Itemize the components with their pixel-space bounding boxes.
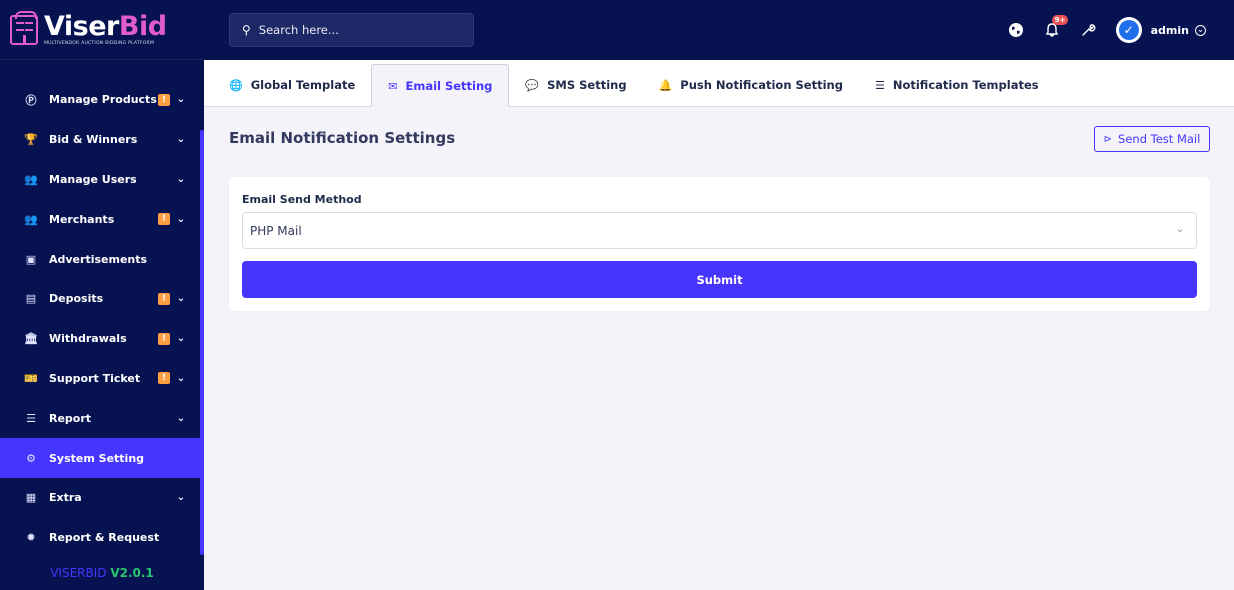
product-icon: Ⓟ bbox=[25, 93, 37, 107]
bell-icon: 🔔 bbox=[658, 78, 673, 92]
submit-button[interactable]: Submit bbox=[242, 261, 1197, 298]
search-box[interactable]: ⚲ bbox=[229, 13, 474, 47]
sidebar-item-label: Advertisements bbox=[49, 252, 148, 266]
email-send-method-value: PHP Mail bbox=[250, 223, 302, 238]
bug-icon: ✹ bbox=[26, 531, 36, 545]
tab-label: Push Notification Setting bbox=[680, 78, 843, 92]
sidebar-item-report-request[interactable]: ✹ Report & Request bbox=[0, 518, 204, 558]
users-icon: 👥 bbox=[24, 172, 38, 186]
tab-label: SMS Setting bbox=[547, 78, 627, 92]
bell-icon[interactable]: 9+ bbox=[1044, 15, 1069, 38]
deposit-icon: ▤ bbox=[25, 292, 37, 306]
sidebar-item-label: Extra bbox=[49, 491, 82, 505]
sidebar-item-withdrawals[interactable]: 🏛 Withdrawals! ⌄ bbox=[0, 319, 204, 359]
notification-badge: 9+ bbox=[1051, 15, 1069, 25]
sidebar-item-manage-products[interactable]: Ⓟ Manage Products! ⌄ bbox=[0, 80, 204, 120]
ad-icon: ▣ bbox=[25, 252, 37, 266]
send-test-mail-label: Send Test Mail bbox=[1118, 132, 1201, 146]
sidebar-item-label: Report & Request bbox=[49, 531, 160, 545]
ticket-icon: 🎫 bbox=[24, 371, 38, 385]
warning-badge: ! bbox=[158, 93, 170, 106]
chevron-down-icon: ⌄ bbox=[176, 213, 186, 225]
admin-username[interactable]: admin bbox=[1151, 24, 1189, 37]
tab-label: Notification Templates bbox=[892, 78, 1039, 92]
sidebar-scrollbar[interactable] bbox=[200, 130, 204, 555]
search-input[interactable] bbox=[258, 23, 459, 37]
settings-tabs: 🌐 Global Template ✉ Email Setting 💬 SMS Setti… bbox=[204, 60, 1234, 107]
sidebar-item-label: Manage Products bbox=[49, 93, 157, 107]
chevron-down-icon: ⌄ bbox=[1175, 224, 1184, 235]
sidebar-item-deposits[interactable]: ▤ Deposits! ⌄ bbox=[0, 279, 204, 319]
chat-icon: 💬 bbox=[525, 78, 540, 92]
version-number: V2.0.1 bbox=[110, 566, 154, 580]
chevron-down-icon: ⌄ bbox=[176, 412, 186, 424]
warning-badge: ! bbox=[158, 292, 170, 305]
tab-label: Global Template bbox=[250, 78, 356, 92]
list-icon: ☰ bbox=[874, 78, 885, 92]
email-settings-card: Email Send Method PHP Mail ⌄ Submit bbox=[229, 177, 1210, 311]
warning-badge: ! bbox=[158, 332, 170, 345]
sidebar-item-label: Manage Users bbox=[49, 172, 137, 186]
topbar: ⚲ 9+ ✓ admin ⌄ bbox=[204, 0, 1234, 60]
chevron-down-icon: ⌄ bbox=[176, 333, 186, 345]
brand-name: ViserBid bbox=[44, 11, 167, 42]
version-name: VISERBID bbox=[50, 566, 107, 580]
sidebar-item-report[interactable]: ☰ Report ⌄ bbox=[0, 398, 204, 438]
sidebar-item-manage-users[interactable]: 👥 Manage Users ⌄ bbox=[0, 160, 204, 200]
sidebar-item-merchants[interactable]: 👥 Merchants! ⌄ bbox=[0, 199, 204, 239]
chevron-down-icon: ⌄ bbox=[176, 372, 186, 384]
sidebar-item-extra[interactable]: ▦ Extra ⌄ bbox=[0, 478, 204, 518]
gear-icon: ⚙ bbox=[26, 451, 36, 465]
sidebar-item-support-ticket[interactable]: 🎫 Support Ticket! ⌄ bbox=[0, 359, 204, 399]
merchants-icon: 👥 bbox=[24, 212, 38, 226]
topbar-actions: 9+ ✓ admin ⌄ bbox=[988, 12, 1206, 48]
wrench-icon[interactable] bbox=[1080, 22, 1096, 38]
list-icon: ☰ bbox=[26, 411, 36, 425]
sidebar-item-label: Support Ticket bbox=[49, 371, 141, 385]
chevron-down-icon: ⌄ bbox=[176, 94, 186, 106]
sidebar-item-system-setting[interactable]: ⚙ System Setting bbox=[0, 438, 204, 478]
tab-label: Email Setting bbox=[405, 79, 493, 93]
tab-push-notification-setting[interactable]: 🔔 Push Notification Setting bbox=[643, 64, 859, 106]
store-icon bbox=[10, 10, 38, 45]
envelope-icon: ✉ bbox=[388, 79, 398, 93]
brand-tagline: MULTIVENDOR AUCTION BIDDING PLATFORM bbox=[44, 41, 155, 46]
sidebar-item-label: Deposits bbox=[49, 292, 104, 306]
tab-global-template[interactable]: 🌐 Global Template bbox=[213, 64, 371, 106]
sidebar-item-label: System Setting bbox=[49, 451, 145, 465]
sidebar-item-label: Withdrawals bbox=[49, 332, 127, 346]
sidebar-item-advertisements[interactable]: ▣ Advertisements bbox=[0, 239, 204, 279]
chevron-down-icon: ⌄ bbox=[176, 134, 186, 146]
sidebar-item-label: Bid & Winners bbox=[49, 133, 138, 147]
search-icon: ⚲ bbox=[242, 23, 251, 37]
sidebar-menu: Ⓟ Manage Products! ⌄ 🏆 Bid & Winners ⌄ 👥 Manage… bbox=[0, 60, 204, 558]
avatar[interactable]: ✓ bbox=[1115, 17, 1142, 43]
extra-icon: ▦ bbox=[25, 491, 37, 505]
email-send-method-select[interactable]: PHP Mail ⌄ bbox=[242, 212, 1197, 249]
page-title: Email Notification Settings bbox=[229, 129, 456, 147]
warning-badge: ! bbox=[158, 213, 170, 226]
version-label: VISERBID V2.0.1 bbox=[0, 566, 204, 580]
chevron-down-icon: ⌄ bbox=[176, 293, 186, 305]
sidebar-item-label: Merchants bbox=[49, 212, 115, 226]
email-send-method-label: Email Send Method bbox=[242, 193, 362, 206]
sidebar: ViserBid MULTIVENDOR AUCTION BIDDING PLA… bbox=[0, 0, 204, 590]
tab-email-setting[interactable]: ✉ Email Setting bbox=[371, 64, 510, 107]
warning-badge: ! bbox=[158, 372, 170, 385]
chevron-down-icon[interactable]: ⌄ bbox=[1195, 24, 1206, 36]
sidebar-item-label: Report bbox=[49, 411, 92, 425]
send-test-mail-button[interactable]: ⊳ Send Test Mail bbox=[1094, 126, 1210, 152]
trophy-icon: 🏆 bbox=[24, 133, 38, 147]
tab-notification-templates[interactable]: ☰ Notification Templates bbox=[859, 64, 1055, 106]
check-icon: ✓ bbox=[1118, 20, 1139, 40]
send-icon: ⊳ bbox=[1103, 133, 1113, 145]
bank-icon: 🏛 bbox=[24, 332, 38, 346]
brand-logo[interactable]: ViserBid MULTIVENDOR AUCTION BIDDING PLA… bbox=[0, 0, 204, 60]
globe-icon[interactable] bbox=[1008, 22, 1024, 38]
tab-sms-setting[interactable]: 💬 SMS Setting bbox=[509, 64, 642, 106]
sidebar-item-bid-winners[interactable]: 🏆 Bid & Winners ⌄ bbox=[0, 120, 204, 160]
chevron-down-icon: ⌄ bbox=[176, 173, 186, 185]
chevron-down-icon: ⌄ bbox=[176, 492, 186, 504]
globe-icon: 🌐 bbox=[229, 78, 243, 92]
